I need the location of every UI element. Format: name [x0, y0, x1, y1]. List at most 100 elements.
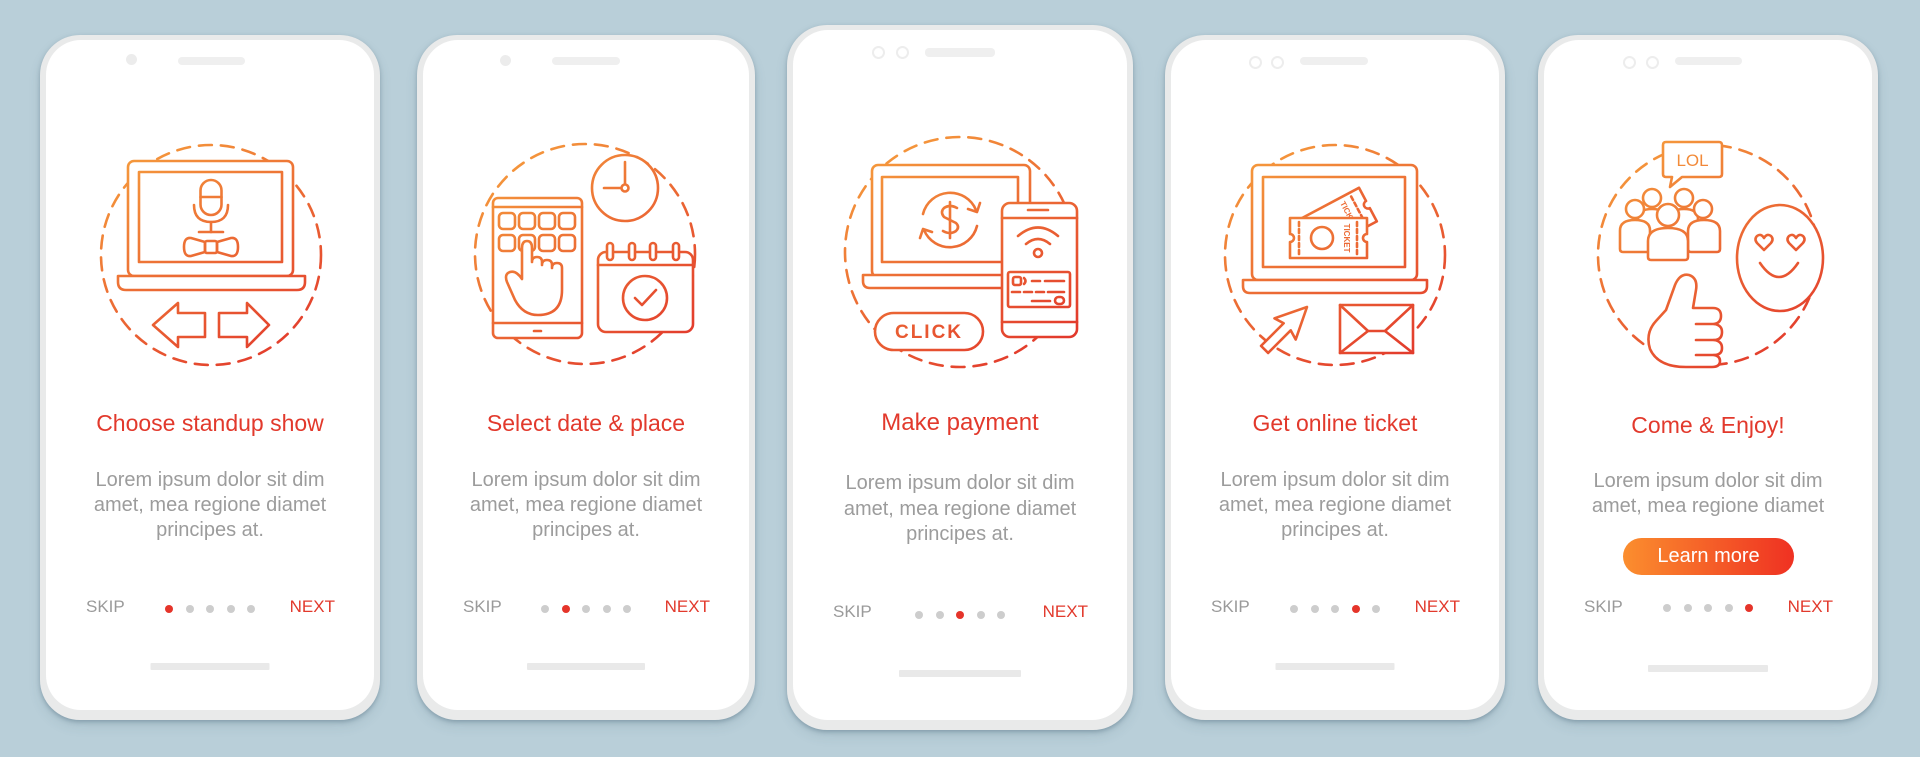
smiley-heart-eyes-icon: [1735, 203, 1825, 313]
page-dot[interactable]: [582, 605, 590, 613]
envelope-icon: [1338, 303, 1415, 355]
screen-description: Lorem ipsum dolor sit dim amet, mea regi…: [787, 471, 1133, 548]
screen-title: Select date & place: [486, 410, 686, 436]
thumbs-up-icon: [1647, 273, 1724, 369]
page-dot[interactable]: [1372, 605, 1380, 613]
skip-button[interactable]: SKIP: [86, 597, 125, 617]
page-dot[interactable]: [976, 611, 985, 619]
description-line: amet, mea regione diamet: [1591, 495, 1825, 517]
description-line: amet, mea regione diamet: [469, 494, 703, 516]
home-indicator: [1275, 663, 1395, 670]
speaker-grille: [1300, 57, 1368, 65]
speaker-grille: [552, 57, 620, 65]
page-dot[interactable]: [226, 605, 235, 613]
page-dot[interactable]: [1724, 604, 1733, 612]
page-dot[interactable]: [1290, 605, 1298, 613]
description-line: principes at.: [532, 519, 640, 541]
arrow-right-icon: [217, 301, 271, 349]
screen-description: Lorem ipsum dolor sit dim amet, mea regi…: [1538, 469, 1878, 519]
page-dot[interactable]: [997, 611, 1005, 619]
page-indicator: [541, 605, 631, 613]
bubble-label: LOL: [1676, 151, 1708, 170]
illustration-online-ticket: TICKET TICKET: [1223, 143, 1447, 367]
phone-screen-make-payment: CLICK Make payment Lorem ipsum dolor sit…: [787, 25, 1133, 730]
next-button[interactable]: NEXT: [1043, 602, 1088, 622]
page-dot[interactable]: [915, 611, 923, 619]
description-line: Lorem ipsum dolor sit dim: [471, 469, 701, 491]
description-line: principes at.: [156, 519, 264, 541]
home-indicator: [1648, 665, 1768, 672]
page-dot-active[interactable]: [165, 605, 173, 613]
page-dot[interactable]: [185, 605, 194, 613]
page-dot[interactable]: [1331, 605, 1339, 613]
page-dot-active[interactable]: [561, 605, 570, 613]
screen-description: Lorem ipsum dolor sit dim amet, mea regi…: [417, 468, 755, 543]
click-label: CLICK: [895, 322, 963, 343]
phone-screen-online-ticket: TICKET TICKET Get online ticket Lorem ip…: [1165, 35, 1505, 720]
screen-title: Get online ticket: [1252, 410, 1418, 436]
skip-button[interactable]: SKIP: [833, 602, 872, 622]
description-line: Lorem ipsum dolor sit dim: [1220, 469, 1450, 491]
cursor-arrow-icon: [1259, 305, 1309, 355]
description-line: Lorem ipsum dolor sit dim: [845, 472, 1075, 494]
camera-icon: [1249, 56, 1262, 69]
phone-screen-select-date: Select date & place Lorem ipsum dolor si…: [417, 35, 755, 720]
sensor-icon: [1271, 56, 1284, 69]
smartphone-icon: [1000, 201, 1079, 339]
page-dot[interactable]: [935, 611, 944, 619]
page-dot[interactable]: [623, 605, 631, 613]
page-indicator: [915, 611, 1005, 619]
page-dot[interactable]: [541, 605, 549, 613]
page-dot-active[interactable]: [956, 611, 964, 619]
page-indicator: [1290, 605, 1380, 613]
learn-more-button[interactable]: Learn more: [1623, 538, 1794, 575]
speaker-grille: [925, 48, 995, 57]
page-indicator: [1663, 604, 1753, 612]
page-dot[interactable]: [1704, 604, 1712, 612]
speech-bubble-icon: LOL: [1661, 140, 1724, 189]
description-line: Lorem ipsum dolor sit dim: [1593, 470, 1823, 492]
camera-icon: [872, 46, 885, 59]
next-button[interactable]: NEXT: [665, 597, 710, 617]
home-indicator: [527, 663, 645, 670]
page-indicator: [165, 605, 255, 613]
page-dot[interactable]: [247, 605, 255, 613]
camera-icon: [126, 54, 137, 65]
description-line: principes at.: [906, 523, 1014, 545]
screen-title: Choose standup show: [96, 410, 324, 436]
description-line: amet, mea regione diamet: [843, 497, 1077, 520]
screen-description: Lorem ipsum dolor sit dim amet, mea regi…: [1165, 468, 1505, 543]
skip-button[interactable]: SKIP: [1584, 597, 1623, 617]
skip-button[interactable]: SKIP: [1211, 597, 1250, 617]
page-dot-active[interactable]: [1351, 605, 1360, 613]
description-line: Lorem ipsum dolor sit dim: [95, 469, 325, 491]
page-dot[interactable]: [206, 605, 214, 613]
next-button[interactable]: NEXT: [290, 597, 335, 617]
page-dot[interactable]: [602, 605, 611, 613]
illustration-make-payment: CLICK: [843, 135, 1079, 369]
screen-title: Make payment: [881, 409, 1039, 436]
page-dot[interactable]: [1663, 604, 1671, 612]
ticket-label: TICKET: [1342, 224, 1351, 253]
illustration-date-place: [473, 142, 697, 366]
home-indicator: [150, 663, 270, 670]
screen-title: Come & Enjoy!: [1631, 412, 1785, 438]
page-dot[interactable]: [1310, 605, 1319, 613]
description-line: principes at.: [1281, 519, 1389, 541]
illustration-standup-show: [99, 143, 323, 367]
clock-icon: [590, 153, 660, 223]
page-dot-active[interactable]: [1745, 604, 1753, 612]
skip-button[interactable]: SKIP: [463, 597, 502, 617]
page-dot[interactable]: [1683, 604, 1692, 612]
speaker-grille: [178, 57, 245, 65]
camera-icon: [500, 55, 511, 66]
home-indicator: [899, 670, 1021, 677]
camera-icon: [1623, 56, 1636, 69]
sensor-icon: [896, 46, 909, 59]
next-button[interactable]: NEXT: [1788, 597, 1833, 617]
next-button[interactable]: NEXT: [1415, 597, 1460, 617]
phone-screen-choose-show: Choose standup show Lorem ipsum dolor si…: [40, 35, 380, 720]
calendar-icon: [596, 241, 695, 334]
illustration-come-enjoy: LOL: [1596, 140, 1825, 369]
screen-description: Lorem ipsum dolor sit dim amet, mea regi…: [40, 468, 380, 543]
